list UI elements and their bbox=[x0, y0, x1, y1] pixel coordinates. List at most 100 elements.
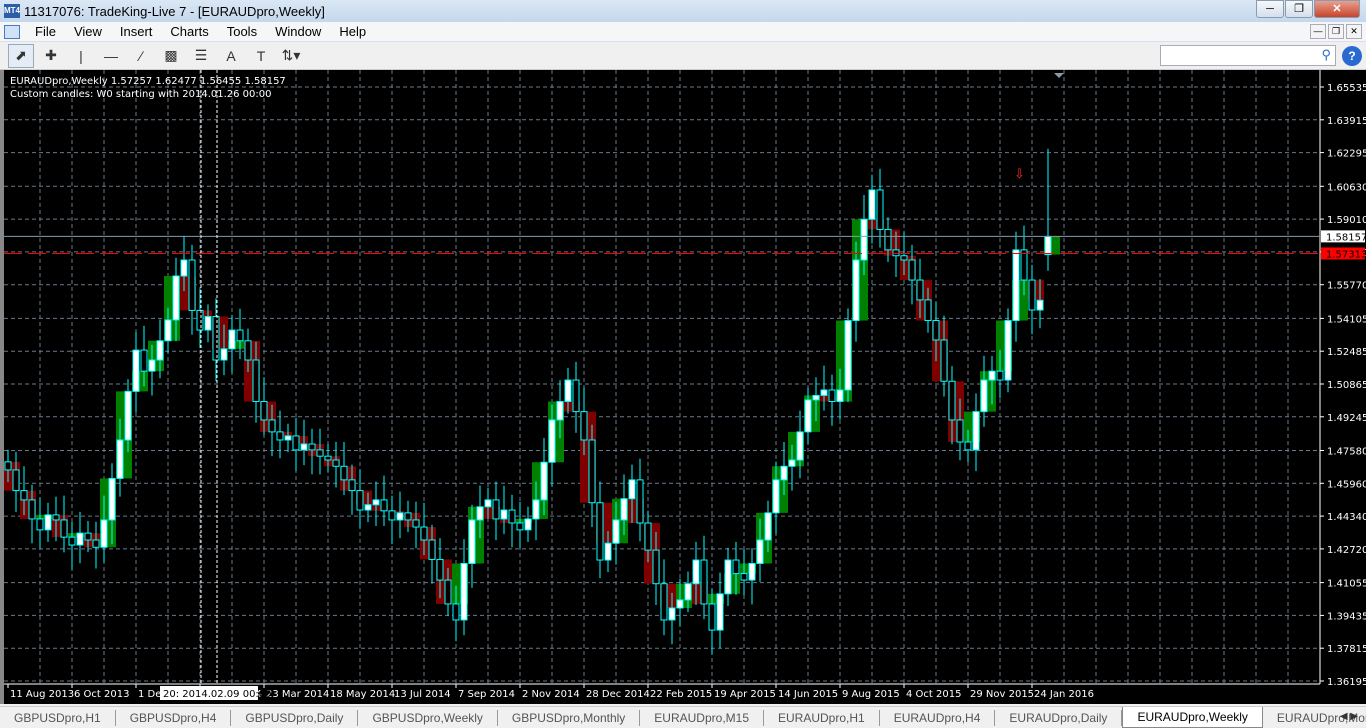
horizontal-line-icon[interactable]: — bbox=[98, 44, 124, 68]
candle-body bbox=[956, 419, 964, 443]
candle-body bbox=[68, 536, 76, 546]
tab-gbpusdpro-h4[interactable]: GBPUSDpro,H4 bbox=[116, 710, 232, 726]
candle-body bbox=[884, 228, 892, 251]
chart-shift-marker bbox=[1054, 73, 1064, 78]
menu-help[interactable]: Help bbox=[330, 24, 375, 39]
trendline-icon[interactable]: ∕ bbox=[128, 44, 154, 68]
text-label-icon[interactable]: T bbox=[248, 44, 274, 68]
candle-body bbox=[548, 419, 556, 463]
candle-body bbox=[156, 340, 164, 361]
candle-body bbox=[660, 583, 668, 621]
candle-body bbox=[780, 465, 788, 481]
menu-tools[interactable]: Tools bbox=[218, 24, 266, 39]
candle-body bbox=[876, 189, 884, 230]
mdi-minimize-button[interactable]: — bbox=[1310, 24, 1326, 39]
candle-body bbox=[788, 459, 796, 467]
x-tick-label: 9 Aug 2015 bbox=[842, 689, 900, 700]
x-tick-label: 13 Jul 2014 bbox=[394, 689, 451, 700]
candle-body bbox=[700, 559, 708, 605]
candle-body bbox=[980, 379, 988, 413]
text-icon[interactable]: A bbox=[218, 44, 244, 68]
candle-body bbox=[916, 279, 924, 301]
candle-body bbox=[628, 479, 636, 500]
candle-body bbox=[948, 380, 956, 421]
candle-body bbox=[452, 603, 460, 621]
price-chart[interactable]: 1.65535 1.63915 1.62295 1.60630 1.59010 1.573… bbox=[4, 70, 1366, 704]
search-icon[interactable]: ⚲ bbox=[1321, 47, 1331, 63]
tab-euraudpro-weekly[interactable]: EURAUDpro,Weekly bbox=[1122, 707, 1263, 728]
tab-gbpusdpro-weekly[interactable]: GBPUSDpro,Weekly bbox=[358, 710, 498, 726]
y-tick-label: 1.52485 bbox=[1327, 347, 1366, 358]
candle-body bbox=[20, 490, 28, 501]
candle-body bbox=[500, 509, 508, 520]
candle-body bbox=[844, 320, 852, 391]
candle-body bbox=[316, 449, 324, 457]
candle-body bbox=[1004, 320, 1012, 381]
equidistant-channel-icon[interactable]: ▩ bbox=[158, 44, 184, 68]
candle-body bbox=[532, 499, 540, 520]
candle-body bbox=[676, 599, 684, 609]
menu-window[interactable]: Window bbox=[266, 24, 330, 39]
candle-body bbox=[652, 549, 660, 585]
candle-body bbox=[444, 579, 452, 605]
mdi-restore-button[interactable]: ❐ bbox=[1328, 24, 1344, 39]
close-button[interactable]: ✕ bbox=[1314, 0, 1360, 18]
x-tick-label: 6 Oct 2013 bbox=[74, 689, 129, 700]
minimize-button[interactable]: ─ bbox=[1256, 0, 1284, 18]
candle-body bbox=[604, 542, 612, 561]
candle-body bbox=[340, 465, 348, 481]
y-tick-label: 1.42720 bbox=[1327, 545, 1366, 556]
candle-body bbox=[588, 439, 596, 504]
candle-body bbox=[476, 506, 484, 521]
candle-body bbox=[436, 558, 444, 581]
candle-body bbox=[324, 455, 332, 461]
candle-body bbox=[724, 559, 732, 595]
candle-body bbox=[380, 499, 388, 512]
candle-body bbox=[1044, 235, 1052, 256]
menu-charts[interactable]: Charts bbox=[161, 24, 217, 39]
candle-body bbox=[164, 319, 172, 342]
search-input[interactable]: ⚲ bbox=[1160, 45, 1336, 66]
chart-window[interactable]: 1.65535 1.63915 1.62295 1.60630 1.59010 1.573… bbox=[0, 70, 1366, 704]
candle-body bbox=[972, 411, 980, 451]
chart-header: EURAUDpro,Weekly 1.57257 1.62477 1.56455… bbox=[10, 76, 286, 87]
candle-body bbox=[52, 514, 60, 521]
candle-body bbox=[244, 340, 252, 361]
candle-body bbox=[764, 512, 772, 541]
y-tick-label: 1.54105 bbox=[1327, 314, 1366, 325]
x-tick-label: 11 Aug 2013 bbox=[10, 689, 74, 700]
mdi-close-button[interactable]: ✕ bbox=[1346, 24, 1362, 39]
menu-insert[interactable]: Insert bbox=[111, 24, 162, 39]
candle-body bbox=[1028, 279, 1036, 311]
cursor-icon[interactable]: ⬈ bbox=[8, 43, 34, 68]
candle-body bbox=[36, 518, 44, 531]
chart-window-icon[interactable] bbox=[4, 24, 20, 39]
y-tick-label: 1.39435 bbox=[1327, 611, 1366, 622]
crosshair-icon[interactable]: ✚ bbox=[38, 44, 64, 68]
tab-gbpusdpro-monthly[interactable]: GBPUSDpro,Monthly bbox=[498, 710, 641, 726]
candle-body bbox=[116, 439, 124, 479]
vertical-line-icon[interactable]: | bbox=[68, 44, 94, 68]
maximize-button[interactable]: ❐ bbox=[1285, 0, 1313, 18]
menu-view[interactable]: View bbox=[65, 24, 111, 39]
menu-file[interactable]: File bbox=[26, 24, 65, 39]
arrows-icon[interactable]: ⇅▾ bbox=[278, 44, 304, 68]
tab-euraudpro-m15[interactable]: EURAUDpro,M15 bbox=[640, 710, 764, 726]
candle-body bbox=[836, 389, 844, 403]
tab-euraudpro-daily[interactable]: EURAUDpro,Daily bbox=[995, 710, 1123, 726]
candle-body bbox=[964, 441, 972, 451]
help-icon[interactable]: ? bbox=[1342, 46, 1362, 66]
tab-gbpusdpro-h1[interactable]: GBPUSDpro,H1 bbox=[0, 710, 116, 726]
y-tick-label: 1.44340 bbox=[1327, 512, 1366, 523]
fibonacci-icon[interactable]: ☰ bbox=[188, 44, 214, 68]
tab-gbpusdpro-daily[interactable]: GBPUSDpro,Daily bbox=[231, 710, 359, 726]
tab-scroll-arrows[interactable]: ◀ ▶ bbox=[1340, 711, 1358, 722]
candle-body bbox=[708, 603, 716, 631]
candle-body bbox=[140, 349, 148, 372]
tab-euraudpro-h1[interactable]: EURAUDpro,H1 bbox=[764, 710, 880, 726]
crosshair-time-label: 20: 2014.02.09 00:00 bbox=[163, 689, 272, 700]
candle-body bbox=[92, 539, 100, 548]
chart-info: EURAUDpro,Weekly 1.57257 1.62477 1.56455… bbox=[10, 75, 286, 101]
tab-euraudpro-h4[interactable]: EURAUDpro,H4 bbox=[880, 710, 996, 726]
y-tick-label: 1.63915 bbox=[1327, 116, 1366, 127]
